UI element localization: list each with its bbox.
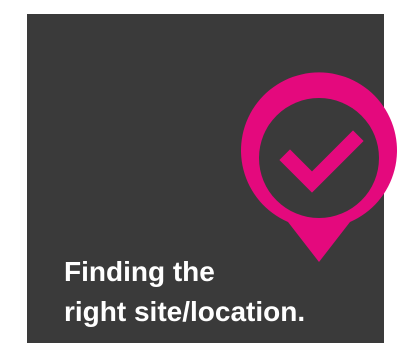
caption-line-1: Finding the (64, 256, 215, 287)
feature-card: Finding the right site/location. (27, 14, 397, 343)
caption-line-2: right site/location. (64, 296, 306, 327)
pin-inner-ring (259, 98, 379, 218)
location-pin-check-icon (241, 72, 397, 262)
card-caption: Finding the right site/location. (64, 252, 384, 332)
